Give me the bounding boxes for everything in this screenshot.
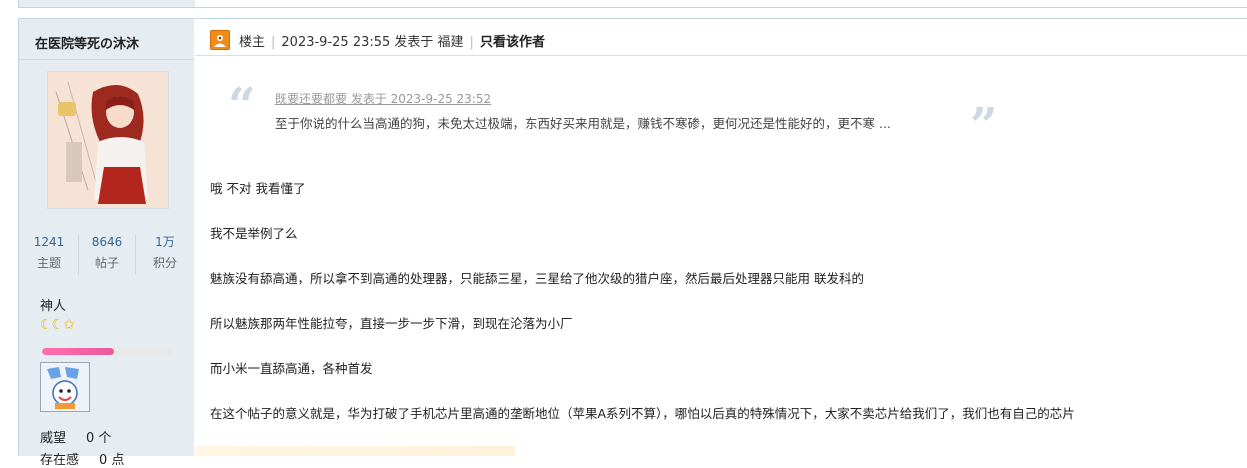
previous-post-strip [0, 0, 1247, 8]
avatar-illustration [48, 72, 168, 208]
divider [19, 59, 195, 60]
post-paragraph: 而小米一直舔高通，各种首发 [210, 361, 373, 376]
post-paragraph: 所以魅族那两年性能拉夸，直接一步一步下滑，到现在沦落为小厂 [210, 316, 573, 331]
quote-source-link[interactable]: 既要还要都要 发表于 2023-9-25 23:52 [275, 90, 491, 107]
stat-posts-label: 帖子 [94, 256, 119, 270]
user-icon [214, 35, 226, 47]
medal-illustration [41, 363, 89, 411]
stat-threads-label: 主题 [36, 256, 61, 270]
stat-threads-value: 1241 [33, 235, 65, 249]
signature-banner-edge [195, 446, 515, 456]
previous-post-sidebar-edge [18, 0, 195, 7]
rank-stars-icon: ☾☾✩ [40, 317, 75, 333]
medal-icon[interactable] [40, 362, 90, 412]
quote-text: 至于你说的什么当高通的狗，未免太过极端，东西好买来用就是，赚钱不寒碜，更何况还是… [275, 116, 891, 131]
post-header: 楼主 | 2023-9-25 23:55 发表于 福建 | 只看该作者 [195, 18, 1247, 56]
stat-points-label: 积分 [152, 256, 177, 270]
author-stats: 1241 主题 8646 帖子 1万 积分 [19, 233, 195, 279]
avatar[interactable] [47, 71, 169, 209]
prop-label: 威望 [40, 431, 67, 446]
stat-posts-value: 8646 [91, 235, 123, 249]
author-prop-prestige: 威望 0 个 [40, 427, 111, 446]
only-author-link[interactable]: 只看该作者 [480, 35, 545, 50]
prop-value: 0 点 [99, 453, 125, 468]
quote-block: “ 既要还要都要 发表于 2023-9-25 23:52 至于你说的什么当高通的… [210, 78, 1010, 150]
stat-posts[interactable]: 8646 帖子 [79, 233, 135, 275]
stat-threads[interactable]: 1241 主题 [21, 233, 77, 275]
post-paragraph: 魅族没有舔高通，所以拿不到高通的处理器，只能舔三星，三星给了他次级的猎户座，然后… [210, 271, 864, 286]
prop-label: 存在感 [40, 453, 80, 468]
separator: | [271, 35, 276, 50]
divider [18, 7, 1247, 8]
level-progress-fill [42, 348, 114, 355]
stat-divider [135, 235, 136, 275]
stat-points-value: 1万 [155, 235, 175, 249]
post-header-meta: 楼主 | 2023-9-25 23:55 发表于 福建 | 只看该作者 [239, 31, 545, 50]
author-name-link[interactable]: 在医院等死の沐沐 [35, 33, 139, 52]
post-time: 2023-9-25 23:55 发表于 福建 [281, 35, 464, 50]
prop-value: 0 个 [86, 431, 112, 446]
author-sidebar: 在医院等死の沐沐 1241 主题 8646 帖子 1万 积分 神人 ☾☾✩ 威望… [18, 18, 195, 468]
author-prop-presence: 存在感 0 点 [40, 449, 124, 468]
post-paragraph: 哦 不对 我看懂了 [210, 181, 306, 196]
open-quote-icon: “ [228, 78, 256, 134]
thread-starter-label: 楼主 [239, 35, 266, 50]
level-progress-bar [42, 348, 172, 355]
close-quote-icon: ” [970, 98, 998, 154]
user-rank: 神人 [40, 299, 67, 314]
separator: | [469, 35, 474, 50]
stat-points[interactable]: 1万 积分 [137, 233, 193, 275]
post-paragraph: 在这个帖子的意义就是，华为打破了手机芯片里高通的垄断地位（苹果A系列不算），哪怕… [210, 406, 1075, 421]
post-paragraph: 我不是举例了么 [210, 226, 298, 241]
thread-starter-icon [210, 30, 230, 50]
